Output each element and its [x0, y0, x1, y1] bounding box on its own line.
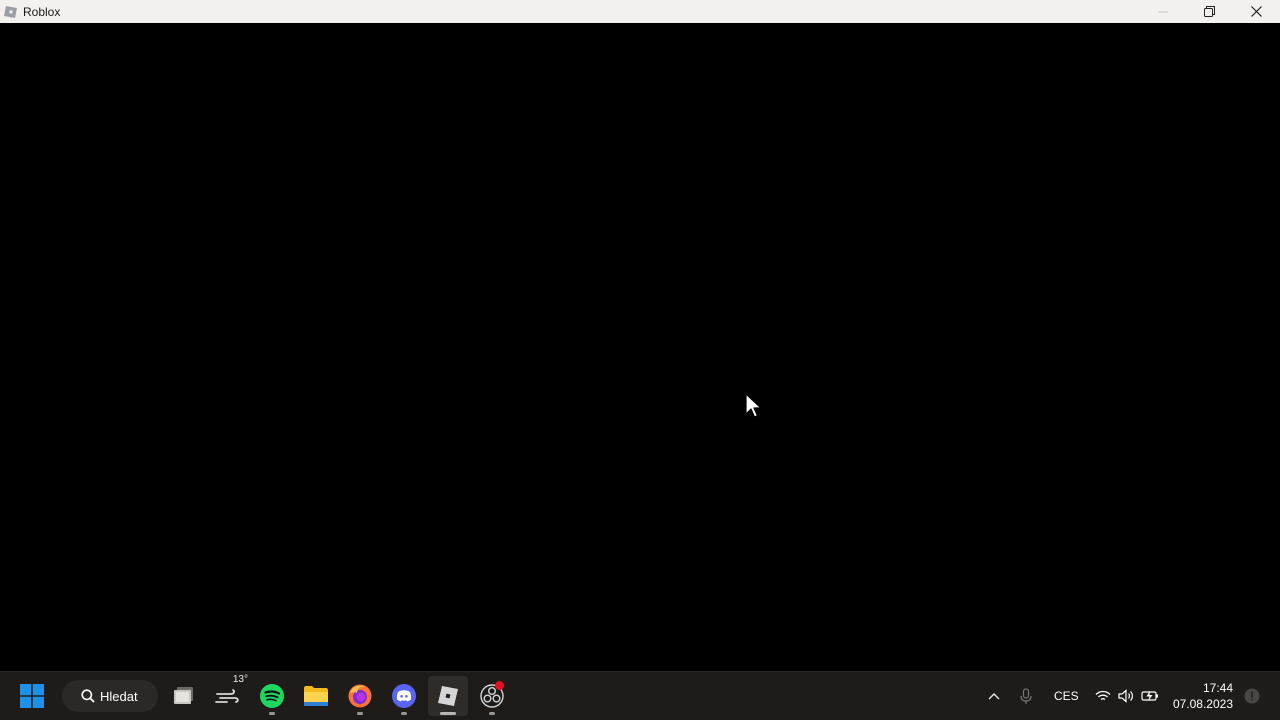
window-title-bar[interactable]: Roblox: [0, 0, 1280, 23]
microphone-button[interactable]: [1010, 676, 1042, 716]
spotify-icon: [260, 684, 284, 708]
active-indicator: [440, 712, 456, 715]
input-language[interactable]: CES: [1054, 689, 1079, 703]
task-view-icon: [174, 687, 193, 704]
start-button[interactable]: [12, 676, 52, 716]
taskbar: Hledat 13° CES 17:44 07.08.2023: [0, 671, 1280, 720]
clock-date: 07.08.2023: [1172, 697, 1233, 711]
taskbar-app-roblox[interactable]: [428, 676, 468, 716]
recording-badge: [495, 681, 504, 690]
clock-time: 17:44: [1202, 681, 1233, 695]
search-label: Hledat: [100, 688, 138, 704]
microphone-icon: [1020, 687, 1032, 704]
taskbar-app-discord[interactable]: [384, 676, 424, 716]
show-hidden-icons-button[interactable]: [976, 676, 1012, 716]
taskbar-search[interactable]: Hledat: [62, 680, 158, 712]
notification-badge-icon: [1244, 688, 1260, 704]
taskbar-app-firefox[interactable]: [340, 676, 380, 716]
weather-widget[interactable]: 13°: [208, 674, 248, 716]
windows-logo-icon: [20, 684, 44, 708]
close-button[interactable]: [1233, 0, 1280, 23]
running-indicator: [357, 712, 363, 715]
mouse-cursor-icon: [745, 393, 762, 418]
wifi-icon: [1095, 690, 1111, 701]
window-title: Roblox: [23, 4, 61, 19]
taskbar-app-obs[interactable]: [472, 676, 512, 716]
game-viewport[interactable]: [0, 23, 1280, 672]
running-indicator: [401, 712, 407, 715]
minimize-icon: [1157, 11, 1168, 12]
weather-icon: [215, 689, 239, 703]
notification-button[interactable]: [1240, 676, 1264, 716]
roblox-icon: [4, 5, 17, 18]
folder-icon: [304, 686, 328, 706]
weather-temperature: 13°: [232, 674, 248, 685]
restore-button[interactable]: [1186, 0, 1233, 23]
firefox-icon: [348, 684, 372, 708]
restore-icon: [1204, 6, 1215, 17]
minimize-button[interactable]: [1139, 0, 1186, 23]
running-indicator: [269, 712, 275, 715]
chevron-up-icon: [988, 693, 1000, 700]
battery-charging-icon: [1141, 690, 1158, 702]
taskbar-app-file-explorer[interactable]: [296, 676, 336, 716]
discord-icon: [392, 684, 416, 708]
search-icon: [81, 689, 95, 703]
volume-icon: [1118, 689, 1133, 703]
roblox-icon: [438, 686, 458, 706]
close-icon: [1251, 6, 1262, 17]
taskbar-app-spotify[interactable]: [252, 676, 292, 716]
running-indicator: [489, 712, 495, 715]
task-view-button[interactable]: [164, 676, 204, 716]
taskbar-clock[interactable]: 17:44 07.08.2023: [1173, 680, 1233, 712]
quick-settings-button[interactable]: [1088, 676, 1166, 716]
